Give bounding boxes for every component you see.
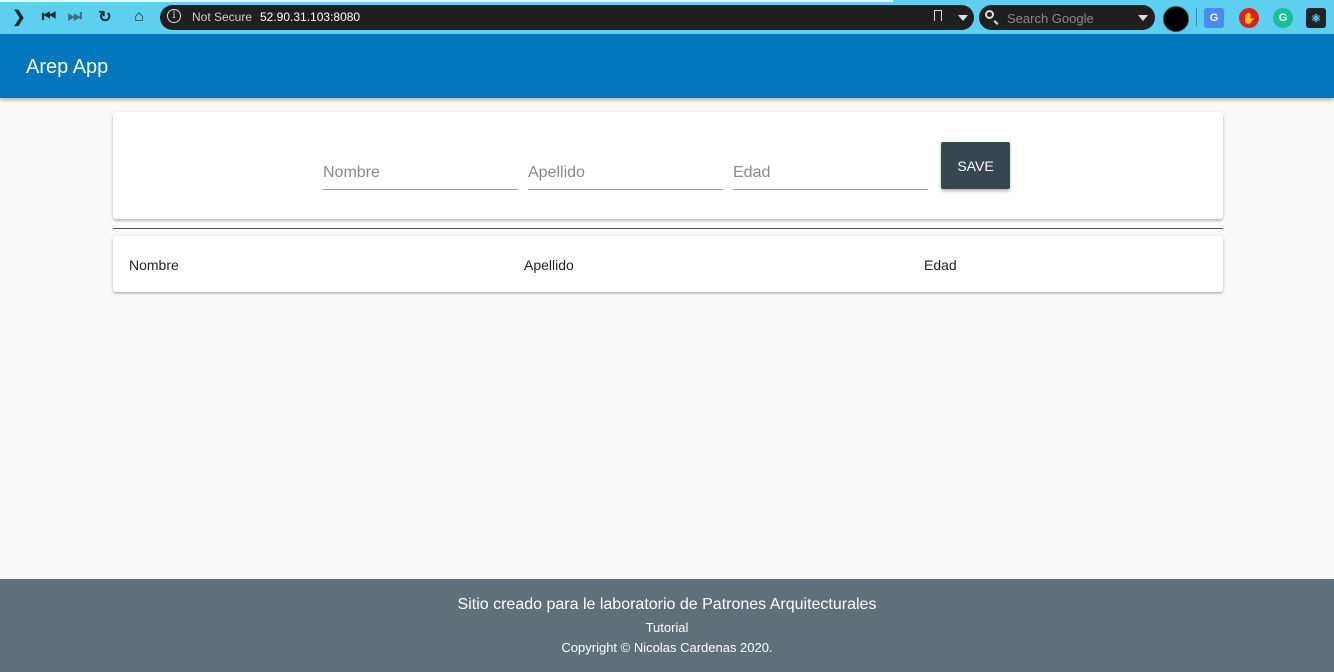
browser-toolbar: ❯ ⏮ ⏭ ↻ ⌂ i Not Secure 52.90.31.103:8080… (0, 0, 1334, 34)
address-bar[interactable]: i Not Secure 52.90.31.103:8080 (160, 5, 974, 30)
security-label: Not Secure (192, 10, 253, 24)
search-placeholder: Search Google (1007, 11, 1094, 26)
nombre-input[interactable] (323, 161, 518, 185)
column-header-nombre: Nombre (129, 257, 179, 273)
section-divider (113, 228, 1223, 229)
grammarly-extension-icon[interactable]: G (1273, 8, 1293, 28)
search-bar[interactable]: Search Google (979, 5, 1155, 30)
apellido-input[interactable] (528, 161, 723, 185)
info-icon[interactable]: i (167, 9, 181, 23)
forward-icon[interactable]: ❯ (8, 6, 30, 28)
footer-description: Sitio creado para le laboratorio de Patr… (457, 596, 877, 613)
search-dropdown-icon[interactable] (1138, 15, 1148, 21)
save-button[interactable]: SAVE (941, 142, 1010, 189)
home-icon[interactable]: ⌂ (128, 6, 150, 28)
profile-extension-icon[interactable] (1163, 6, 1189, 32)
column-header-edad: Edad (924, 257, 957, 273)
url-text[interactable]: 52.90.31.103:8080 (260, 10, 360, 24)
footer-tutorial-link[interactable]: Tutorial (0, 620, 1334, 635)
translate-extension-icon[interactable]: G (1204, 8, 1224, 28)
app-header: Arep App (0, 34, 1334, 98)
toolbar-separator (1196, 8, 1197, 26)
footer-copyright: Copyright © Nicolas Cardenas 2020. (561, 640, 773, 655)
skip-back-icon[interactable]: ⏮ (38, 6, 60, 28)
column-header-apellido: Apellido (524, 257, 574, 273)
edad-input[interactable] (733, 161, 928, 185)
page-footer: Sitio creado para le laboratorio de Patr… (0, 579, 1334, 672)
persons-table: Nombre Apellido Edad (113, 236, 1223, 292)
apellido-field[interactable] (528, 161, 723, 190)
nombre-field[interactable] (323, 161, 518, 190)
reload-icon[interactable]: ↻ (94, 6, 116, 28)
app-title[interactable]: Arep App (26, 56, 108, 79)
page-load-progress (0, 0, 893, 2)
search-icon (985, 10, 994, 19)
skip-forward-icon[interactable]: ⏭ (64, 6, 86, 28)
url-dropdown-icon[interactable] (958, 15, 968, 21)
react-devtools-extension-icon[interactable]: ⚛ (1306, 8, 1326, 28)
bookmark-icon[interactable] (934, 10, 942, 21)
person-form-card: SAVE (113, 112, 1223, 219)
edad-field[interactable] (733, 161, 928, 190)
adblock-extension-icon[interactable]: ✋ (1239, 8, 1259, 28)
